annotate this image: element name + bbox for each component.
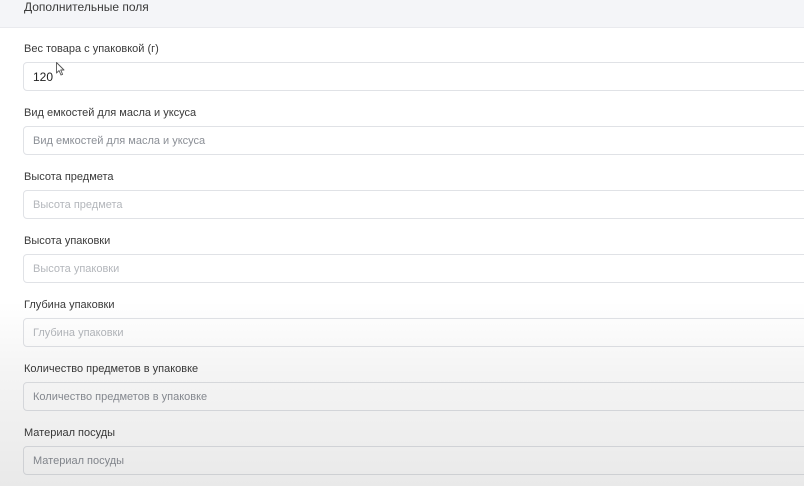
field-label: Вес товара с упаковкой (г) [24,43,159,55]
field-label: Глубина упаковки [24,299,115,311]
field-label: Высота упаковки [24,235,111,247]
items-per-package-input[interactable] [23,382,804,411]
field-label: Материал посуды [24,427,116,439]
field-label: Вид емкостей для масла и уксуса [24,107,197,119]
dishware-material-input[interactable] [23,446,804,475]
field-label: Количество предметов в упаковке [24,363,199,375]
section-header: Дополнительные поля [0,0,804,28]
section-title: Дополнительные поля [24,0,149,14]
package-weight-input[interactable] [23,62,804,91]
package-height-input[interactable] [23,254,804,283]
package-depth-input[interactable] [23,318,804,347]
item-height-input[interactable] [23,190,804,219]
oil-vinegar-container-type-input[interactable] [23,126,804,155]
field-label: Высота предмета [24,171,114,183]
